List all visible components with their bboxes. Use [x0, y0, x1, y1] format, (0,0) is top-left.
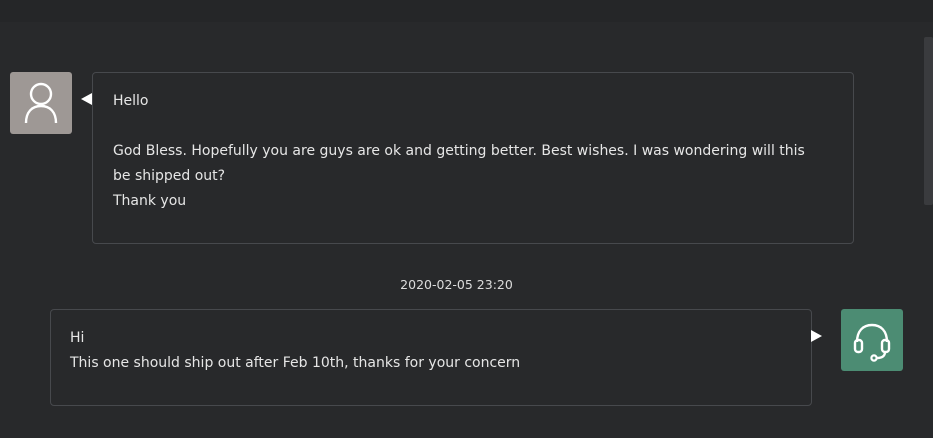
user-outline-icon [24, 82, 58, 124]
customer-bubble-pointer [81, 93, 92, 105]
message-timestamp: 2020-02-05 23:20 [400, 277, 513, 292]
message-line: be shipped out? [113, 168, 226, 184]
top-bar [0, 0, 933, 22]
support-bubble-pointer [811, 330, 822, 342]
scrollbar-thumb[interactable] [924, 37, 933, 205]
message-line: God Bless. Hopefully you are guys are ok… [113, 143, 805, 159]
message-line: This one should ship out after Feb 10th,… [70, 355, 521, 371]
message-line: Hello [113, 93, 149, 109]
message-line: Thank you [113, 193, 187, 209]
support-avatar [841, 309, 903, 371]
customer-avatar [10, 72, 72, 134]
customer-message-bubble: Hello God Bless. Hopefully you are guys … [92, 72, 854, 244]
message-line: Hi [70, 330, 85, 346]
headset-icon [853, 323, 891, 362]
support-message-bubble: Hi This one should ship out after Feb 10… [50, 309, 812, 406]
